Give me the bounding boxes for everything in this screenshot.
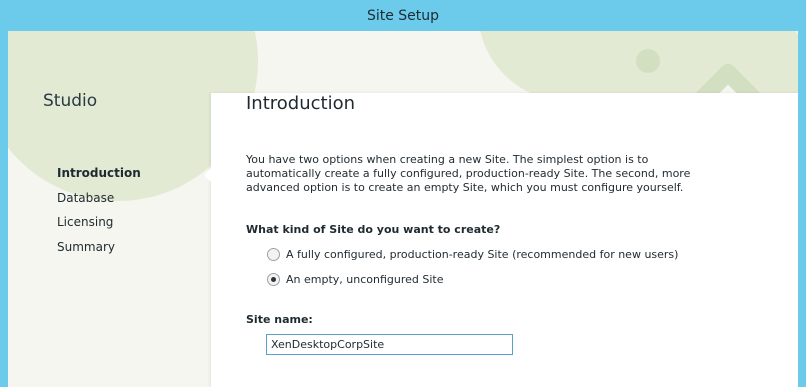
option-empty-site-label: An empty, unconfigured Site: [286, 273, 444, 286]
sidebar-title: Studio: [43, 91, 98, 111]
content-panel: Introduction You have two options when c…: [204, 93, 798, 387]
site-name-label: Site name:: [246, 313, 313, 326]
wizard-steps: Introduction Database Licensing Summary: [57, 166, 141, 264]
step-database[interactable]: Database: [57, 191, 141, 216]
radio-fully-configured[interactable]: [267, 248, 280, 261]
site-name-input[interactable]: [266, 334, 513, 355]
radio-empty-site[interactable]: [267, 273, 280, 286]
step-introduction[interactable]: Introduction: [57, 166, 141, 191]
step-summary[interactable]: Summary: [57, 240, 141, 265]
option-empty-site[interactable]: An empty, unconfigured Site: [267, 273, 444, 286]
option-fully-configured-label: A fully configured, production-ready Sit…: [286, 248, 679, 261]
option-fully-configured[interactable]: A fully configured, production-ready Sit…: [267, 248, 678, 261]
step-licensing[interactable]: Licensing: [57, 215, 141, 240]
title-bar[interactable]: Site Setup: [0, 0, 806, 31]
intro-description: You have two options when creating a new…: [246, 153, 691, 194]
active-step-pointer: [204, 168, 211, 182]
wizard-window: Studio Introduction Database Licensing S…: [8, 31, 798, 387]
page-title: Introduction: [246, 93, 356, 114]
site-type-question: What kind of Site do you want to create?: [246, 223, 501, 236]
window-title: Site Setup: [366, 7, 440, 24]
